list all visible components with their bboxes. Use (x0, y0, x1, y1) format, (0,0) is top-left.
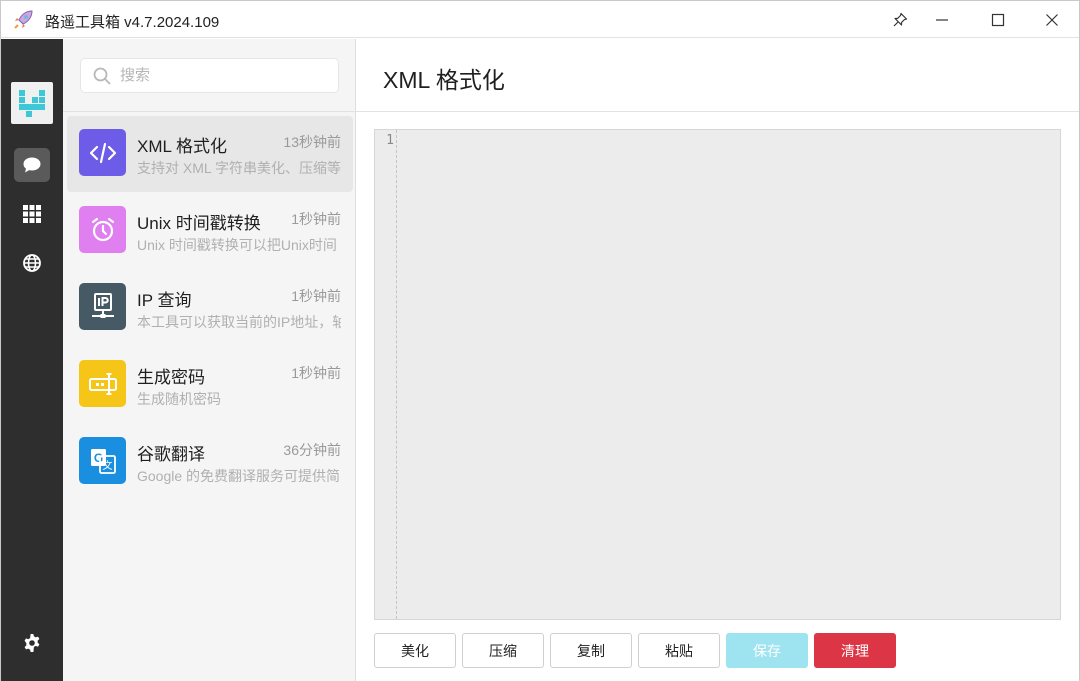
minimize-icon (936, 18, 948, 21)
alarm-clock-icon-tile (79, 206, 126, 253)
ip-network-icon (91, 292, 114, 318)
tool-item-xml-formatter[interactable]: XML 格式化 13秒钟前 支持对 XML 字符串美化、压缩等 (67, 116, 353, 192)
clear-button[interactable]: 清理 (814, 633, 896, 668)
tool-time: 1秒钟前 (291, 288, 341, 304)
rocket-app-icon (12, 9, 34, 31)
rail-settings-button[interactable] (14, 626, 50, 660)
close-button[interactable] (1025, 1, 1079, 38)
tool-item-ip-lookup[interactable]: IP 查询 1秒钟前 本工具可以获取当前的IP地址，轴 (67, 270, 353, 346)
gear-icon (24, 634, 40, 652)
maximize-button[interactable] (971, 1, 1025, 38)
tool-name: IP 查询 (137, 291, 192, 310)
ip-network-icon-tile (79, 283, 126, 330)
maximize-icon (991, 13, 1005, 26)
pin-icon (893, 12, 908, 26)
apps-grid-icon (23, 205, 41, 223)
rail-apps-button[interactable] (14, 197, 50, 231)
compress-button[interactable]: 压缩 (462, 633, 544, 668)
line-number: 1 (386, 133, 394, 148)
app-window: 路遥工具箱 v4.7.2024.109 搜索 XML 格式化 13秒钟前 支持对… (0, 0, 1080, 681)
tool-time: 1秒钟前 (291, 211, 341, 227)
title-bar: 路遥工具箱 v4.7.2024.109 (1, 1, 1079, 38)
code-icon (89, 142, 116, 163)
tool-name: XML 格式化 (137, 137, 228, 156)
tool-desc: Google 的免费翻译服务可提供简 (137, 468, 341, 484)
window-title: 路遥工具箱 v4.7.2024.109 (45, 14, 220, 31)
tool-desc: 本工具可以获取当前的IP地址，轴 (137, 314, 341, 330)
tool-name: Unix 时间戳转换 (137, 214, 261, 233)
code-icon-tile (79, 129, 126, 176)
search-input[interactable] (120, 67, 330, 84)
password-icon (88, 372, 117, 395)
tool-list-panel: XML 格式化 13秒钟前 支持对 XML 字符串美化、压缩等 Unix 时间戳… (63, 39, 356, 681)
globe-icon (23, 254, 41, 272)
list-divider (63, 111, 356, 112)
editor-gutter: 1 (375, 130, 397, 619)
main-panel: XML 格式化 1 美化 压缩 复制 粘贴 保存 清理 (356, 39, 1079, 681)
tool-item-password-generator[interactable]: 生成密码 1秒钟前 生成随机密码 (67, 347, 353, 423)
copy-button[interactable]: 复制 (550, 633, 632, 668)
tool-item-unix-timestamp[interactable]: Unix 时间戳转换 1秒钟前 Unix 时间戳转换可以把Unix时间 (67, 193, 353, 269)
tool-time: 36分钟前 (283, 442, 341, 458)
tool-time: 13秒钟前 (283, 134, 341, 150)
tool-name: 谷歌翻译 (137, 445, 205, 464)
rail-globe-button[interactable] (14, 246, 50, 280)
app-logo (11, 82, 53, 124)
tool-desc: Unix 时间戳转换可以把Unix时间 (137, 237, 337, 253)
translate-icon-tile: G 文 (79, 437, 126, 484)
nav-rail (1, 39, 63, 681)
chat-icon (23, 157, 41, 173)
xml-editor[interactable]: 1 (374, 129, 1061, 620)
svg-text:文: 文 (102, 459, 112, 472)
beautify-button[interactable]: 美化 (374, 633, 456, 668)
tool-time: 1秒钟前 (291, 365, 341, 381)
search-box[interactable] (80, 58, 339, 93)
minimize-button[interactable] (915, 1, 969, 38)
page-title: XML 格式化 (383, 67, 505, 93)
password-icon-tile (79, 360, 126, 407)
tool-name: 生成密码 (137, 368, 205, 387)
logo-icon (19, 90, 45, 117)
tool-desc: 支持对 XML 字符串美化、压缩等 (137, 160, 341, 176)
save-button[interactable]: 保存 (726, 633, 808, 668)
tool-item-google-translate[interactable]: G 文 谷歌翻译 36分钟前 Google 的免费翻译服务可提供简 (67, 424, 353, 500)
close-icon (1046, 13, 1058, 26)
title-divider (356, 111, 1079, 112)
alarm-clock-icon (91, 217, 114, 241)
search-icon (93, 67, 111, 85)
rail-chat-button[interactable] (14, 148, 50, 182)
tool-desc: 生成随机密码 (137, 391, 221, 407)
translate-icon: G 文 (90, 448, 116, 474)
paste-button[interactable]: 粘贴 (638, 633, 720, 668)
